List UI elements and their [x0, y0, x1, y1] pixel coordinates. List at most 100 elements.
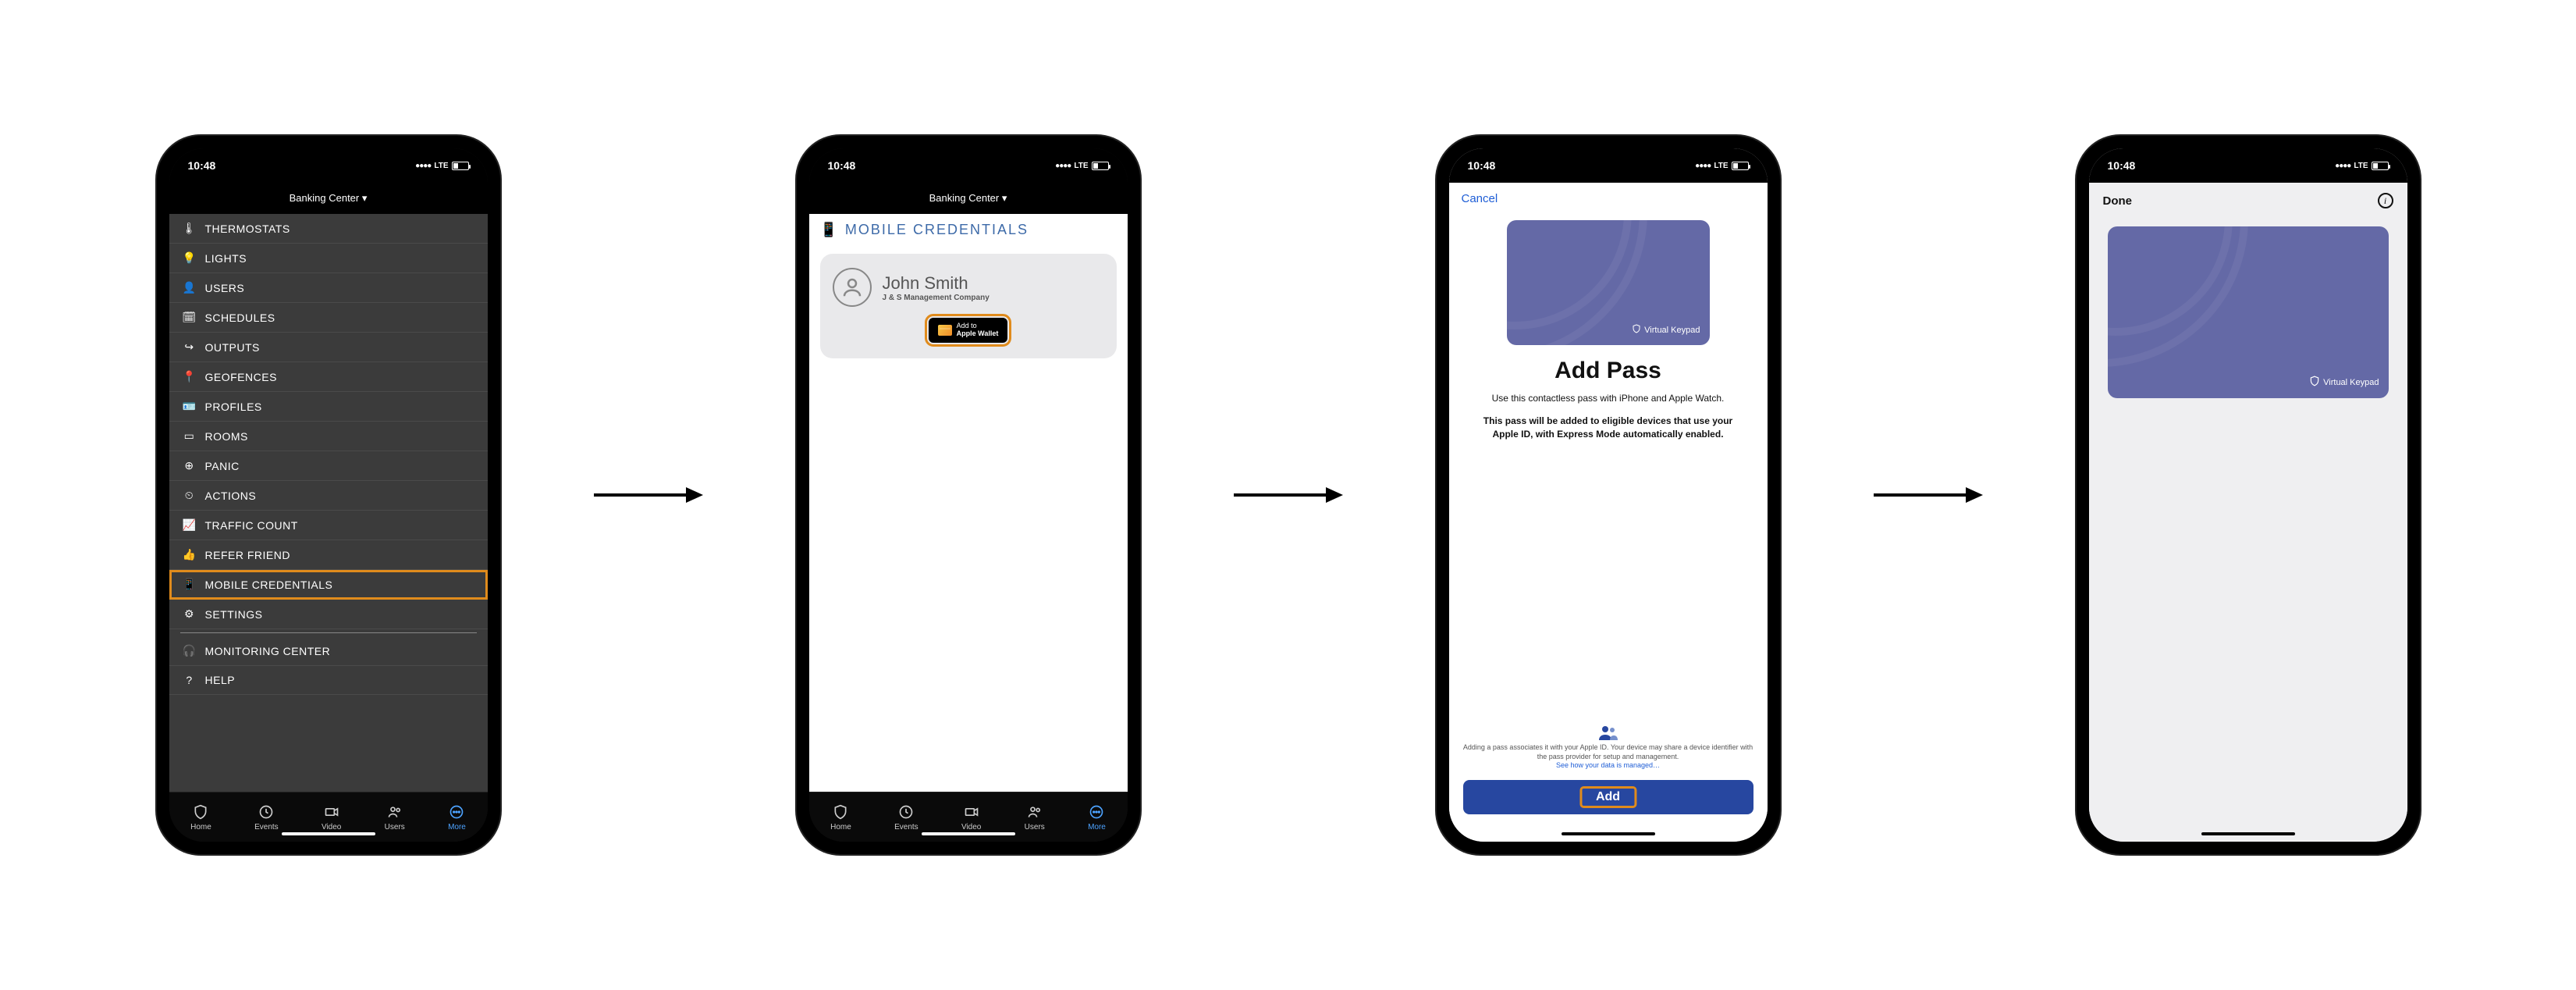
credential-card: John Smith J & S Management Company Add …: [820, 254, 1117, 358]
flow-arrow-2: [1234, 483, 1343, 507]
tab-label: Users: [1025, 823, 1045, 832]
menu-item-label: ROOMS: [205, 430, 248, 443]
tab-more[interactable]: More: [1088, 803, 1106, 832]
tab-events[interactable]: Events: [894, 803, 918, 832]
location-dropdown[interactable]: Banking Center ▾: [809, 183, 1128, 214]
signal-icon: ●●●●: [2335, 162, 2350, 170]
phone-4-wallet-done: 10:48 ●●●● LTE Done i Virtual Keypad: [2077, 136, 2420, 854]
menu-item-mobile-credentials[interactable]: 📱 MOBILE CREDENTIALS: [169, 570, 488, 600]
tab-label: More: [448, 823, 466, 832]
tab-events[interactable]: Events: [254, 803, 279, 832]
menu-item-label: MOBILE CREDENTIALS: [205, 579, 333, 591]
status-time: 10:48: [1468, 159, 1496, 172]
tab-label: Events: [894, 823, 918, 832]
menu-item-label: PROFILES: [205, 401, 262, 413]
menu-item-label: USERS: [205, 282, 245, 294]
add-button[interactable]: Add: [1463, 780, 1753, 814]
location-label: Banking Center ▾: [290, 192, 368, 205]
legal-text: Adding a pass associates it with your Ap…: [1463, 743, 1753, 771]
wallet-pass-card[interactable]: Virtual Keypad: [2108, 226, 2389, 398]
menu-item-panic[interactable]: ⊕PANIC: [169, 451, 488, 481]
thermometer-icon: 🌡: [183, 222, 196, 235]
flow-arrow-3: [1874, 483, 1983, 507]
phone-icon: 📱: [820, 222, 839, 238]
menu-item-label: TRAFFIC COUNT: [205, 519, 298, 532]
pass-preview-card: Virtual Keypad: [1507, 220, 1710, 345]
menu-item-actions[interactable]: ⏲ACTIONS: [169, 481, 488, 511]
battery-icon: [452, 162, 469, 170]
pass-brand-label: Virtual Keypad: [1644, 326, 1700, 335]
phone-2-mobile-credentials: 10:48 ●●●● LTE Banking Center ▾ 📱 MOBILE…: [797, 136, 1140, 854]
events-icon: [258, 803, 275, 821]
pass-brand-label: Virtual Keypad: [2323, 378, 2379, 387]
card-icon: 🪪: [183, 400, 196, 413]
headset-icon: 🎧: [183, 644, 196, 657]
home-icon: [832, 803, 849, 821]
tab-label: Home: [830, 823, 851, 832]
notch: [1542, 148, 1675, 169]
phone-icon: 📱: [183, 578, 196, 591]
menu-item-settings[interactable]: ⚙SETTINGS: [169, 600, 488, 629]
tab-video[interactable]: Video: [322, 803, 341, 832]
apple-wallet-icon: [938, 325, 952, 336]
home-indicator[interactable]: [1562, 832, 1655, 835]
menu-item-profiles[interactable]: 🪪 PROFILES: [169, 392, 488, 422]
tab-label: Users: [385, 823, 405, 832]
network-label: LTE: [434, 162, 448, 170]
menu-item-lights[interactable]: 💡LIGHTS: [169, 244, 488, 273]
notch: [902, 148, 1035, 169]
phone-3-add-pass: 10:48 ●●●● LTE Cancel Virtual Keypad: [1437, 136, 1780, 854]
alert-icon: ⊕: [183, 459, 196, 472]
tab-more[interactable]: More: [448, 803, 466, 832]
home-icon: [192, 803, 209, 821]
menu-item-outputs[interactable]: ↪ OUTPUTS: [169, 333, 488, 362]
home-indicator[interactable]: [922, 832, 1015, 835]
menu-item-traffic-count[interactable]: 📈TRAFFIC COUNT: [169, 511, 488, 540]
menu-item-monitoring-center[interactable]: 🎧 MONITORING CENTER: [169, 636, 488, 666]
menu-item-thermostats[interactable]: 🌡 THERMOSTATS: [169, 214, 488, 244]
video-icon: [323, 803, 340, 821]
home-indicator[interactable]: [282, 832, 375, 835]
menu-item-label: THERMOSTATS: [205, 223, 290, 235]
menu-item-label: ACTIONS: [205, 490, 257, 502]
add-to-apple-wallet-button[interactable]: Add to Apple Wallet: [929, 318, 1008, 343]
signal-icon: ●●●●: [1695, 162, 1711, 170]
cancel-button[interactable]: Cancel: [1462, 192, 1498, 205]
thumbs-up-icon: 👍: [183, 548, 196, 561]
credential-company: J & S Management Company: [883, 294, 990, 302]
menu-item-geofences[interactable]: 📍GEOFENCES: [169, 362, 488, 392]
flow-arrow-1: [594, 483, 703, 507]
network-label: LTE: [2354, 162, 2368, 170]
add-pass-subtitle: Use this contactless pass with iPhone an…: [1449, 392, 1768, 405]
menu-item-users[interactable]: 👤 USERS: [169, 273, 488, 303]
tab-label: Video: [322, 823, 341, 832]
tab-users[interactable]: Users: [1025, 803, 1045, 832]
data-management-link[interactable]: See how your data is managed…: [1556, 761, 1660, 769]
tab-home[interactable]: Home: [190, 803, 211, 832]
tab-home[interactable]: Home: [830, 803, 851, 832]
menu-item-schedules[interactable]: 🗓SCHEDULES: [169, 303, 488, 333]
info-icon[interactable]: i: [2378, 193, 2393, 208]
menu-separator: [180, 632, 477, 633]
location-dropdown[interactable]: Banking Center ▾: [169, 183, 488, 214]
menu-item-label: MONITORING CENTER: [205, 645, 331, 657]
menu-item-refer-friend[interactable]: 👍REFER FRIEND: [169, 540, 488, 570]
home-indicator[interactable]: [2201, 832, 2295, 835]
menu-item-help[interactable]: ?HELP: [169, 666, 488, 695]
output-icon: ↪: [183, 340, 196, 354]
menu-item-rooms[interactable]: ▭ROOMS: [169, 422, 488, 451]
tab-label: Video: [961, 823, 981, 832]
more-menu-list[interactable]: 🌡 THERMOSTATS 💡LIGHTS 👤 USERS 🗓SCHEDULES ↪ OUTP…: [169, 214, 488, 792]
user-icon: 👤: [183, 281, 196, 294]
gear-icon: ⚙: [183, 607, 196, 621]
battery-icon: [2372, 162, 2389, 170]
tab-users[interactable]: Users: [385, 803, 405, 832]
tab-video[interactable]: Video: [961, 803, 981, 832]
help-icon: ?: [183, 674, 196, 686]
tab-label: Home: [190, 823, 211, 832]
pin-icon: 📍: [183, 370, 196, 383]
done-button[interactable]: Done: [2103, 194, 2133, 208]
menu-item-label: OUTPUTS: [205, 341, 260, 354]
notch: [2182, 148, 2315, 169]
phone-1-more-menu: 10:48 ●●●● LTE Banking Center ▾ 🌡THERMOS…: [157, 136, 500, 854]
